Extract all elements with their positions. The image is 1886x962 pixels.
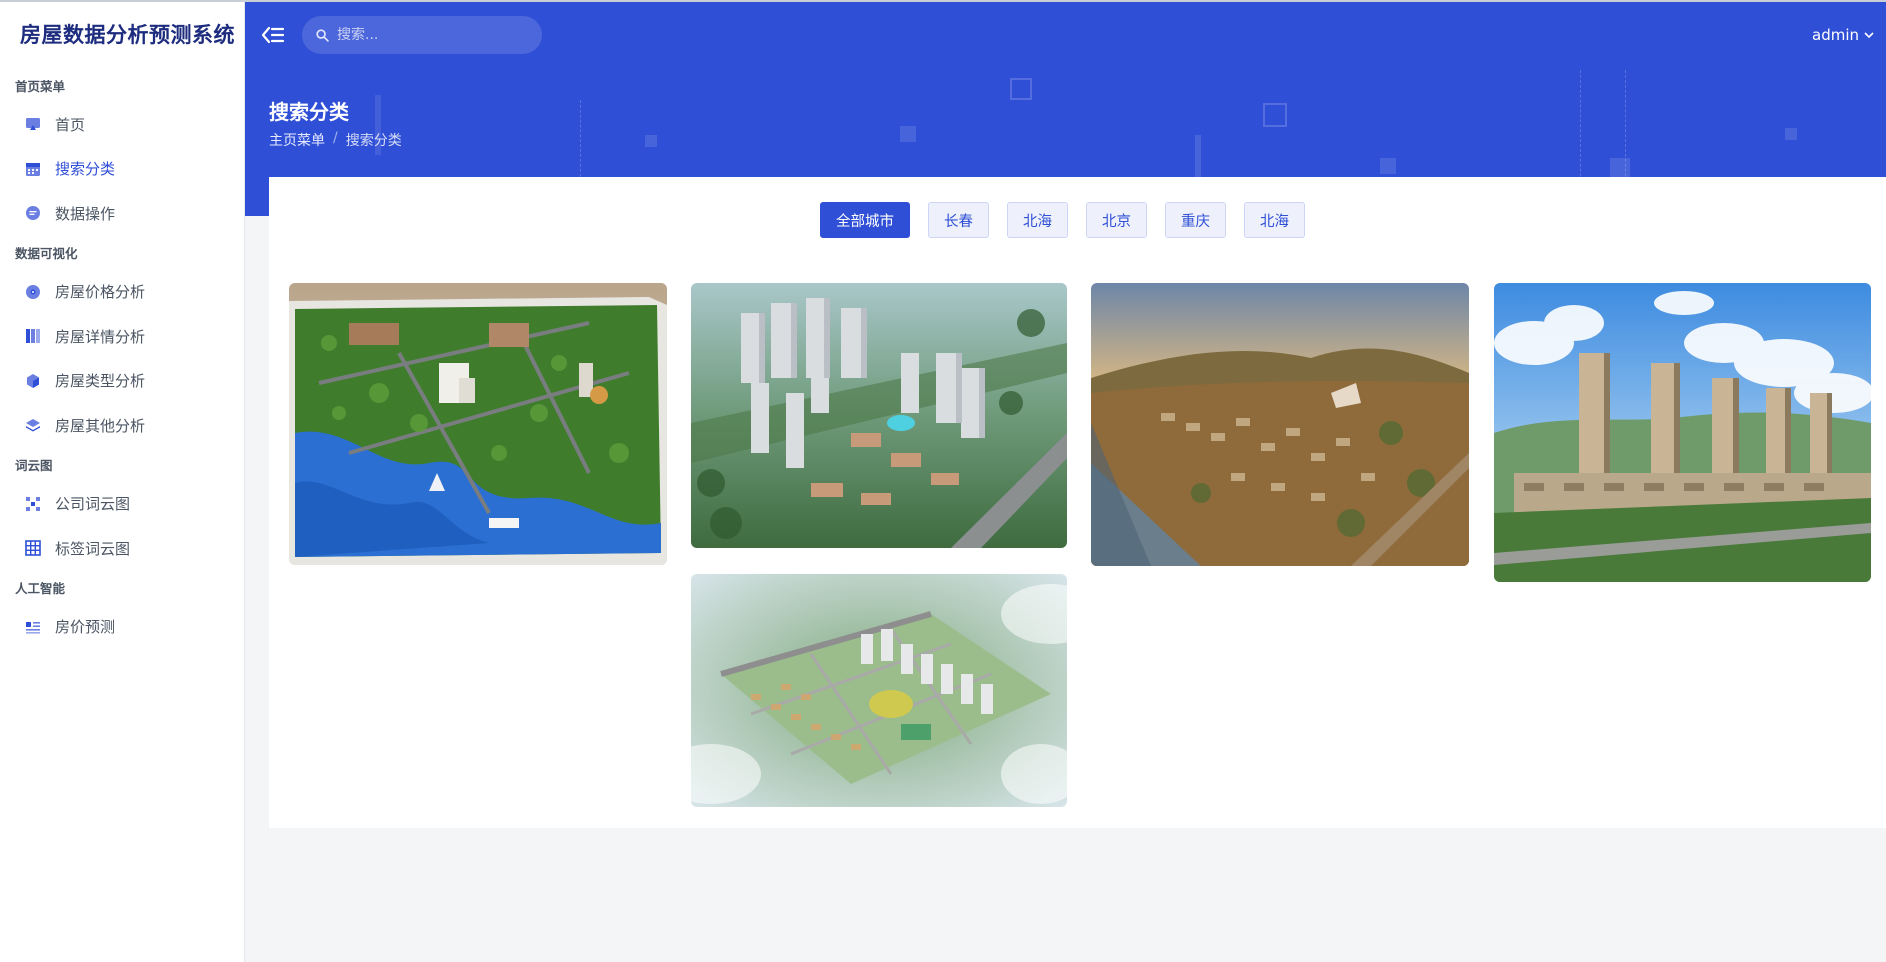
app-title: 房屋数据分析预测系统 — [20, 23, 235, 47]
sidebar-item-other-analysis[interactable]: 房屋其他分析 — [0, 403, 244, 448]
sidebar-item-detail-analysis[interactable]: 房屋详情分析 — [0, 314, 244, 359]
breadcrumb-root-link[interactable]: 主页菜单 — [269, 130, 325, 150]
decor-square — [1610, 158, 1630, 178]
decor-square — [645, 135, 657, 147]
tower-skyline-image — [1494, 283, 1871, 582]
chat-icon — [25, 205, 41, 221]
filter-changchun-button[interactable]: 长春 — [928, 202, 989, 238]
decor-square — [900, 126, 916, 142]
property-image-2[interactable] — [691, 283, 1067, 548]
dashboard-icon — [25, 116, 41, 132]
decor-square-outline — [1010, 78, 1032, 100]
collapse-menu-icon — [261, 26, 285, 44]
masterplan-aerial-image — [691, 574, 1067, 807]
list-icon — [25, 619, 41, 635]
city-model-image — [289, 283, 667, 565]
breadcrumb: 主页菜单 / 搜索分类 — [269, 130, 402, 150]
decor-square — [1785, 128, 1797, 140]
filter-beijing-button[interactable]: 北京 — [1086, 202, 1147, 238]
cube-icon — [25, 373, 41, 389]
chevron-down-icon — [1864, 32, 1874, 38]
sidebar-item-data-operation[interactable]: 数据操作 — [0, 191, 244, 236]
villa-sunset-image — [1091, 283, 1469, 566]
columns-icon — [25, 328, 41, 344]
sidebar-item-search-category[interactable]: 搜索分类 — [0, 147, 244, 192]
sidebar-item-price-analysis[interactable]: 房屋价格分析 — [0, 270, 244, 315]
content-card: 全部城市 长春 北海 北京 重庆 北海 — [269, 177, 1886, 828]
property-image-4[interactable] — [1494, 283, 1871, 582]
property-image-3[interactable] — [1091, 283, 1469, 566]
sidebar-item-label: 房价预测 — [55, 618, 116, 637]
decor-bar — [1195, 135, 1201, 180]
search-input[interactable] — [337, 27, 527, 43]
breadcrumb-current: 搜索分类 — [345, 133, 402, 149]
sidebar-item-label: 首页 — [55, 115, 86, 134]
filter-chongqing-button[interactable]: 重庆 — [1165, 202, 1226, 238]
city-filter-bar: 全部城市 长春 北海 北京 重庆 北海 — [269, 202, 1886, 238]
decor-square — [1380, 158, 1396, 174]
sidebar-item-type-analysis[interactable]: 房屋类型分析 — [0, 359, 244, 404]
search-box[interactable] — [302, 16, 542, 54]
filter-beihai-2-button[interactable]: 北海 — [1244, 202, 1305, 238]
sidebar-item-label: 搜索分类 — [55, 160, 116, 179]
sidebar-item-label: 标签词云图 — [55, 539, 131, 558]
sidebar-item-company-wordcloud[interactable]: 公司词云图 — [0, 482, 244, 527]
section-home-menu: 首页菜单 — [15, 78, 66, 94]
section-wordcloud: 词云图 — [15, 458, 53, 473]
filter-all-cities-button[interactable]: 全部城市 — [820, 202, 910, 238]
sidebar-item-label: 数据操作 — [55, 204, 116, 223]
grid-icon — [25, 540, 41, 557]
user-name: admin — [1812, 26, 1859, 44]
compass-icon — [25, 284, 41, 300]
top-border — [0, 0, 1886, 2]
calendar-icon — [25, 161, 41, 177]
user-menu[interactable]: admin — [1812, 26, 1874, 44]
page-title: 搜索分类 — [269, 100, 349, 124]
sidebar: 房屋数据分析预测系统 首页菜单 首页 搜索分类 数据操作 数据可视化 房屋价格分… — [0, 0, 245, 962]
breadcrumb-separator: / — [333, 130, 338, 146]
nodes-icon — [25, 496, 41, 512]
sidebar-item-label: 房屋价格分析 — [55, 283, 146, 302]
filter-beihai-button[interactable]: 北海 — [1007, 202, 1068, 238]
decor-square-outline — [1263, 103, 1287, 127]
sidebar-item-label: 房屋类型分析 — [55, 372, 146, 391]
search-icon — [316, 28, 329, 42]
layers-icon — [25, 417, 41, 433]
menu-toggle-button[interactable] — [261, 24, 285, 46]
section-ai: 人工智能 — [15, 581, 66, 596]
sidebar-item-tag-wordcloud[interactable]: 标签词云图 — [0, 526, 244, 571]
sidebar-item-label: 房屋其他分析 — [55, 416, 146, 435]
property-image-1[interactable] — [289, 283, 667, 565]
sidebar-item-home[interactable]: 首页 — [0, 102, 244, 147]
sidebar-item-price-prediction[interactable]: 房价预测 — [0, 605, 244, 650]
sidebar-item-label: 房屋详情分析 — [55, 327, 146, 346]
property-image-5[interactable] — [691, 574, 1067, 807]
highrise-aerial-image — [691, 283, 1067, 548]
sidebar-item-label: 公司词云图 — [55, 495, 131, 514]
section-visualization: 数据可视化 — [15, 246, 78, 261]
